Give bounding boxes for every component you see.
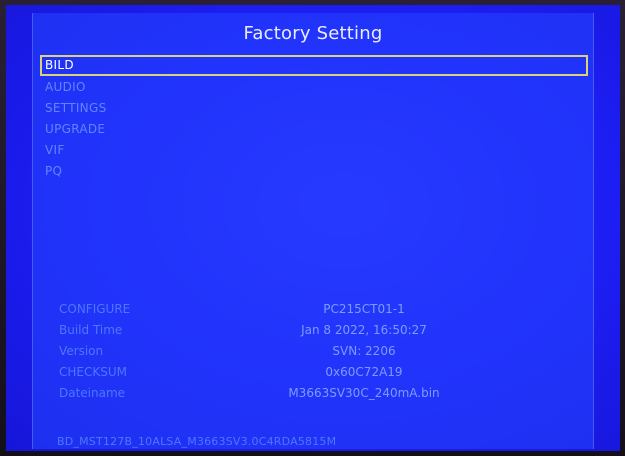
- info-value: PC215CT01-1: [323, 302, 405, 316]
- info-value: M3663SV30C_240mA.bin: [288, 386, 440, 400]
- menu-list: BILD AUDIO SETTINGS UPGRADE VIF PQ: [40, 55, 588, 182]
- menu-item-pq[interactable]: PQ: [41, 161, 587, 182]
- info-label: CHECKSUM: [59, 365, 127, 379]
- factory-menu-panel: Factory Setting BILD AUDIO SETTINGS UPGR…: [32, 13, 594, 449]
- menu-item-upgrade[interactable]: UPGRADE: [41, 119, 587, 140]
- system-info: CONFIGURE PC215CT01-1 Build Time Jan 8 2…: [59, 299, 579, 404]
- tv-bezel: Factory Setting BILD AUDIO SETTINGS UPGR…: [0, 0, 625, 456]
- page-title: Factory Setting: [243, 23, 383, 44]
- info-label: Dateiname: [59, 386, 126, 400]
- info-label: Version: [59, 344, 104, 358]
- info-row-checksum: CHECKSUM 0x60C72A19: [59, 362, 579, 383]
- menu-item-vif[interactable]: VIF: [41, 140, 587, 161]
- info-label: Build Time: [59, 323, 123, 337]
- info-value: Jan 8 2022, 16:50:27: [301, 323, 427, 337]
- firmware-id: BD_MST127B_10ALSA_M3663SV3.0C4RDA5815M: [57, 435, 337, 448]
- tv-screen: Factory Setting BILD AUDIO SETTINGS UPGR…: [6, 5, 620, 451]
- menu-item-audio[interactable]: AUDIO: [41, 77, 587, 98]
- info-label: CONFIGURE: [59, 302, 131, 316]
- info-value: 0x60C72A19: [325, 365, 403, 379]
- info-row-configure: CONFIGURE PC215CT01-1: [59, 299, 579, 320]
- info-value: SVN: 2206: [332, 344, 396, 358]
- info-row-build-time: Build Time Jan 8 2022, 16:50:27: [59, 320, 579, 341]
- menu-item-settings[interactable]: SETTINGS: [41, 98, 587, 119]
- menu-item-bild[interactable]: BILD: [40, 55, 588, 76]
- info-row-version: Version SVN: 2206: [59, 341, 579, 362]
- info-row-filename: Dateiname M3663SV30C_240mA.bin: [59, 383, 579, 404]
